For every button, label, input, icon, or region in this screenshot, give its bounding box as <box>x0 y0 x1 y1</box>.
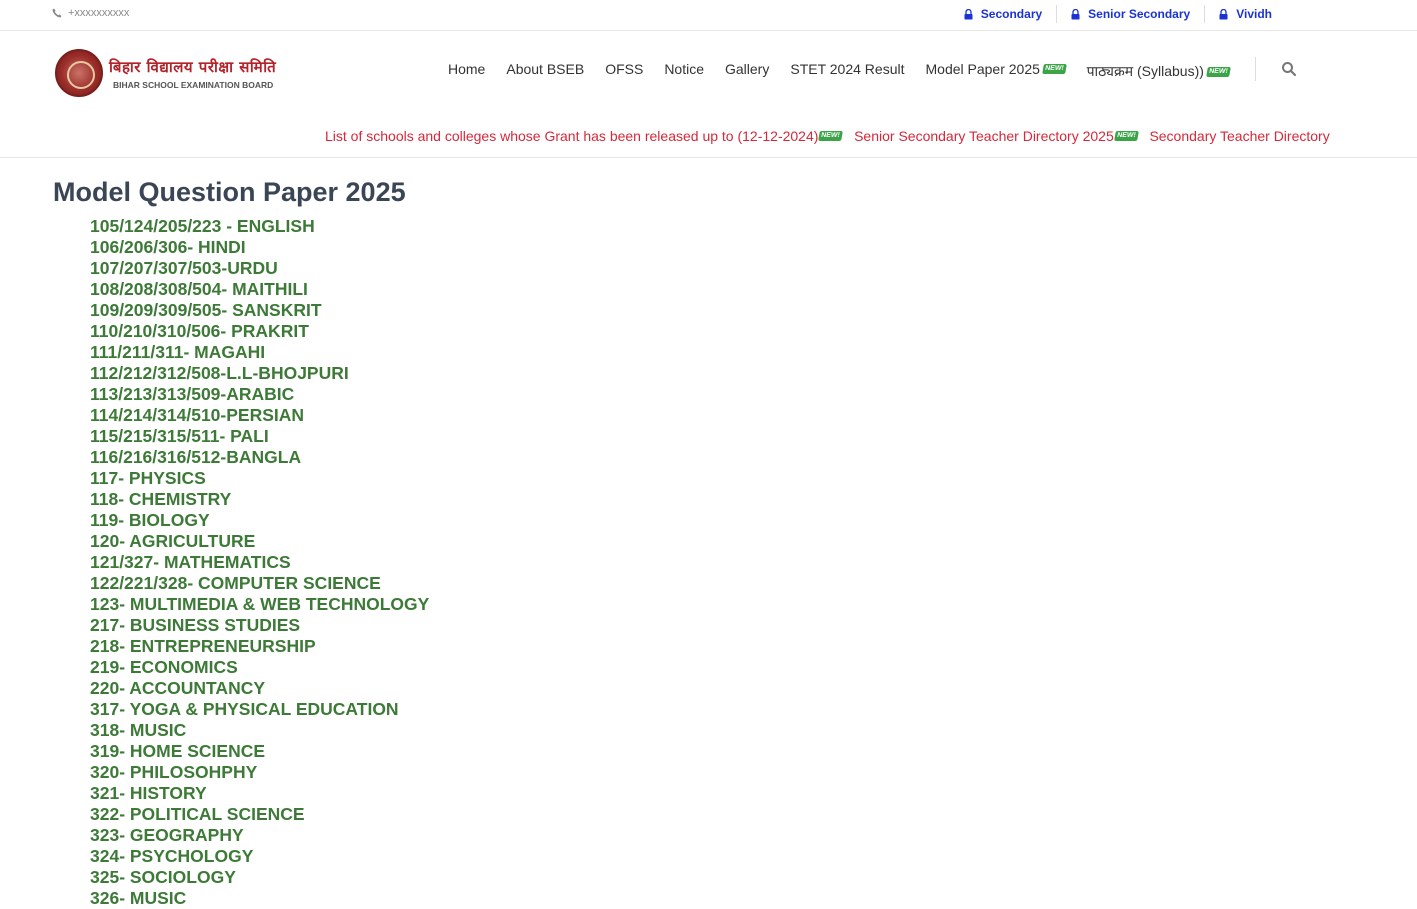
secondary-link-label: Secondary <box>980 7 1043 21</box>
model-paper-link[interactable]: 111/211/311- MAGAHI <box>90 342 429 363</box>
vividh-link-label: Vividh <box>1236 7 1272 21</box>
nav-gallery[interactable]: Gallery <box>725 61 769 77</box>
model-paper-link[interactable]: 107/207/307/503-URDU <box>90 258 429 279</box>
nav-divider <box>1254 56 1256 81</box>
model-paper-link[interactable]: 321- HISTORY <box>90 783 429 804</box>
search-icon[interactable] <box>1281 61 1297 77</box>
model-paper-link[interactable]: 217- BUSINESS STUDIES <box>90 615 429 636</box>
model-paper-link[interactable]: 320- PHILOSOHPHY <box>90 762 429 783</box>
model-paper-link[interactable]: 122/221/328- COMPUTER SCIENCE <box>90 573 429 594</box>
main-nav: Home About BSEB OFSS Notice Gallery STET… <box>448 56 1297 81</box>
model-paper-link[interactable]: 112/212/312/508-L.L-BHOJPURI <box>90 363 429 384</box>
logo-text: बिहार विद्यालय परीक्षा समिति BIHAR SCHOO… <box>109 57 276 90</box>
secondary-link[interactable]: Secondary <box>950 5 1056 23</box>
model-paper-link[interactable]: 123- MULTIMEDIA & WEB TECHNOLOGY <box>90 594 429 615</box>
model-paper-link[interactable]: 324- PSYCHOLOGY <box>90 846 429 867</box>
new-badge: NEW! <box>1113 131 1139 141</box>
model-paper-link[interactable]: 109/209/309/505- SANSKRIT <box>90 300 429 321</box>
portal-links: Secondary Senior Secondary Vividh <box>950 5 1286 23</box>
ticker-item-senior-secondary-directory[interactable]: Senior Secondary Teacher Directory 2025 … <box>854 128 1139 144</box>
model-paper-link[interactable]: 325- SOCIOLOGY <box>90 867 429 888</box>
model-paper-link[interactable]: 105/124/205/223 - ENGLISH <box>90 216 429 237</box>
model-paper-link[interactable]: 326- MUSIC <box>90 888 429 909</box>
phone-icon <box>52 8 62 18</box>
logo-english-name: BIHAR SCHOOL EXAMINATION BOARD <box>113 79 274 90</box>
model-paper-link[interactable]: 120- AGRICULTURE <box>90 531 429 552</box>
model-paper-link[interactable]: 322- POLITICAL SCIENCE <box>90 804 429 825</box>
page-title: Model Question Paper 2025 <box>53 177 406 207</box>
new-badge: NEW! <box>818 131 843 141</box>
model-paper-link[interactable]: 116/216/316/512-BANGLA <box>90 447 429 468</box>
vividh-link[interactable]: Vividh <box>1204 5 1286 23</box>
model-paper-link[interactable]: 114/214/314/510-PERSIAN <box>90 405 429 426</box>
model-paper-link[interactable]: 119- BIOLOGY <box>90 510 429 531</box>
model-paper-list: 105/124/205/223 - ENGLISH 106/206/306- HI… <box>90 216 429 909</box>
model-paper-link[interactable]: 121/327- MATHEMATICS <box>90 552 429 573</box>
top-bar: +xxxxxxxxxx Secondary Senior Secondary V… <box>0 0 1417 31</box>
nav-about-bseb[interactable]: About BSEB <box>506 61 584 77</box>
ticker-item-label: Secondary Teacher Directory <box>1149 128 1330 144</box>
nav-syllabus-label: पाठ्यक्रम (Syllabus)) <box>1086 63 1204 79</box>
new-badge: NEW! <box>1042 63 1067 74</box>
news-ticker: List of schools and colleges whose Grant… <box>0 128 1417 158</box>
model-paper-link[interactable]: 323- GEOGRAPHY <box>90 825 429 846</box>
nav-home[interactable]: Home <box>448 61 485 77</box>
model-paper-link[interactable]: 115/215/315/511- PALI <box>90 426 429 447</box>
nav-model-paper-label: Model Paper 2025 <box>925 60 1040 77</box>
nav-syllabus[interactable]: पाठ्यक्रम (Syllabus)) NEW! <box>1086 62 1231 81</box>
model-paper-link[interactable]: 317- YOGA & PHYSICAL EDUCATION <box>90 699 429 720</box>
bseb-seal-icon <box>55 49 103 97</box>
phone-contact: +xxxxxxxxxx <box>52 7 129 19</box>
model-paper-link[interactable]: 110/210/310/506- PRAKRIT <box>90 321 429 342</box>
news-ticker-track: List of schools and colleges whose Grant… <box>325 128 1330 144</box>
nav-notice[interactable]: Notice <box>664 61 704 77</box>
lock-icon <box>1071 8 1080 19</box>
lock-icon <box>1219 8 1228 19</box>
model-paper-link[interactable]: 319- HOME SCIENCE <box>90 741 429 762</box>
model-paper-link[interactable]: 219- ECONOMICS <box>90 657 429 678</box>
model-paper-link[interactable]: 218- ENTREPRENEURSHIP <box>90 636 429 657</box>
ticker-item-secondary-directory[interactable]: Secondary Teacher Directory <box>1149 128 1329 144</box>
senior-secondary-link-label: Senior Secondary <box>1088 7 1191 21</box>
model-paper-link[interactable]: 108/208/308/504- MAITHILI <box>90 279 429 300</box>
senior-secondary-link[interactable]: Senior Secondary <box>1056 5 1204 23</box>
model-paper-link[interactable]: 113/213/313/509-ARABIC <box>90 384 429 405</box>
model-paper-link[interactable]: 106/206/306- HINDI <box>90 237 429 258</box>
model-paper-link[interactable]: 118- CHEMISTRY <box>90 489 429 510</box>
logo-hindi-name: बिहार विद्यालय परीक्षा समिति <box>109 57 277 76</box>
ticker-item-label: List of schools and colleges whose Grant… <box>325 128 819 144</box>
phone-number: +xxxxxxxxxx <box>68 7 130 19</box>
model-paper-link[interactable]: 117- PHYSICS <box>90 468 429 489</box>
ticker-item-grant-list[interactable]: List of schools and colleges whose Grant… <box>325 128 843 144</box>
nav-model-paper[interactable]: Model Paper 2025 NEW! <box>925 60 1067 77</box>
lock-icon <box>964 8 973 19</box>
ticker-item-label: Senior Secondary Teacher Directory 2025 <box>854 128 1114 144</box>
bseb-logo[interactable]: बिहार विद्यालय परीक्षा समिति BIHAR SCHOO… <box>55 49 276 97</box>
nav-stet-result[interactable]: STET 2024 Result <box>790 61 904 77</box>
new-badge: NEW! <box>1206 66 1231 77</box>
model-paper-link[interactable]: 220- ACCOUNTANCY <box>90 678 429 699</box>
model-paper-link[interactable]: 318- MUSIC <box>90 720 429 741</box>
nav-ofss[interactable]: OFSS <box>605 61 643 77</box>
